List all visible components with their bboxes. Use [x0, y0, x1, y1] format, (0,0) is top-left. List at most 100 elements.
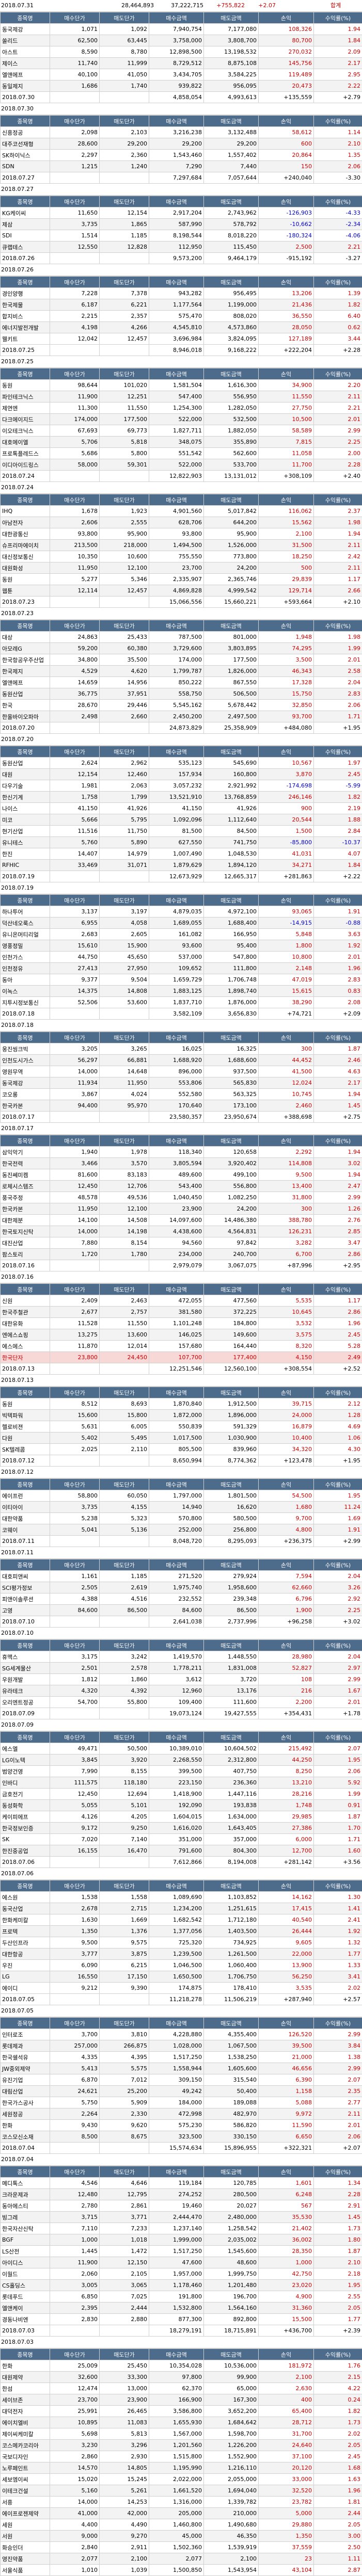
cell-value: 1.82 — [314, 2406, 362, 2417]
cell-value: 7,815 — [259, 437, 314, 448]
cell-value: 111,800 — [204, 963, 259, 974]
table-row: 대한제분14,10014,50814,097,60014,486,380388,… — [1, 1215, 362, 1226]
cell-value: 4,438,600 — [149, 1226, 204, 1237]
header-row: 종목명매수단가매도단가매수금액매도금액손익수익률(%) — [1, 277, 362, 288]
cell-value: 48,600 — [204, 2257, 259, 2268]
cell-value: 1.41 — [314, 1903, 362, 1914]
stock-name: 한국전력 — [1, 1158, 50, 1169]
cell-value: 2,103 — [100, 127, 149, 138]
cell-value: 3,230 — [50, 2440, 100, 2451]
table-row: 대신정보통신10,35010,600755,550773,80018,2502.… — [1, 551, 362, 562]
cell-value: 13,210 — [259, 1777, 314, 1789]
stock-name: 인바디 — [1, 1777, 50, 1789]
table-row: 에스엘49,47150,50010,389,01010,604,502215,4… — [1, 1743, 362, 1754]
column-header: 종목명 — [1, 277, 50, 288]
trade-table: 종목명매수단가매도단가매수금액매도금액손익수익률(%)삼익악기1,9401,97… — [0, 1135, 362, 1271]
column-header: 매도금액 — [204, 1640, 259, 1651]
cell-value: 6,221 — [100, 299, 149, 311]
cell-value: 1,339,782 — [204, 2497, 259, 2508]
cell-value: 5,413 — [50, 2063, 100, 2074]
cell-value: 27,413 — [50, 963, 100, 974]
cell-value: 3,137 — [50, 906, 100, 917]
cell-value: 4,198 — [50, 322, 100, 333]
total-date: 2018.07.09 — [1, 1708, 50, 1719]
cell-value: 1,226,200 — [204, 2440, 259, 2451]
cell-value: 1,678 — [50, 506, 100, 517]
cell-value: 2.99 — [314, 425, 362, 437]
cell-value: 3,175 — [50, 1651, 100, 1663]
cell-value: 19,460 — [149, 2200, 204, 2212]
cell-value: 5,041 — [50, 1524, 100, 1536]
cell-value: 52,827 — [259, 1663, 314, 1674]
cell-value: 6,005 — [100, 1421, 149, 1432]
cell-value: 119,184 — [149, 2178, 204, 2189]
cell-value: 256,800 — [204, 1524, 259, 1536]
stock-name: 한국카본 — [1, 1100, 50, 1112]
cell-value: 1,650,500 — [149, 1971, 204, 1983]
cell-value: 7,990 — [50, 1766, 100, 1777]
cell-value: 300 — [259, 1203, 314, 1215]
trade-table: 종목명매수단가매도단가매수금액매도금액손익수익률(%)IHQ1,6781,923… — [0, 494, 362, 608]
stock-name: 한국카본 — [1, 1203, 50, 1215]
table-row: 한국항공우주산업34,80035,500174,000177,5003,5002… — [1, 654, 362, 666]
total-pnl: +240,040 — [259, 172, 314, 184]
stock-name: 이티아이 — [1, 1502, 50, 1513]
cell-value: 1,604,015 — [149, 1811, 204, 1823]
cell-value: 53,600 — [100, 997, 149, 1008]
total-pct: +2.39 — [314, 2325, 362, 2337]
cell-value: 1.99 — [314, 1789, 362, 1800]
cell-value: 66,881 — [100, 1055, 149, 1066]
stock-name: 코웨이 — [1, 1524, 50, 1536]
stock-name: 한국정보인증 — [1, 1823, 50, 1834]
header-row: 종목명매수단가매도단가매수금액매도금액손익수익률(%) — [1, 1479, 362, 1490]
trade-section: 2018.07.24종목명매수단가매도단가매수금액매도금액손익수익률(%)IHQ… — [0, 482, 362, 608]
table-row: 이오테크닉스67,69369,7731,827,7111,882,05058,5… — [1, 425, 362, 437]
cell-value: 161,082 — [149, 929, 204, 940]
total-blank — [50, 1008, 100, 1020]
stock-name: 에이치엘비 — [1, 2417, 50, 2428]
table-row: 신흥정공2,0982,1033,216,2383,132,48858,6121.… — [1, 127, 362, 138]
cell-value: 2.45 — [314, 2451, 362, 2462]
cell-value: 4,900 — [259, 2291, 314, 2303]
cell-value: 1,258,542 — [204, 2223, 259, 2234]
cell-value: 1,872,000 — [149, 1410, 204, 1421]
total-blank — [100, 253, 149, 264]
cell-value: 29,985 — [259, 1811, 314, 1823]
cell-value: 257,000 — [50, 2040, 100, 2052]
table-row: 영원무역14,00014,648896,000937,50041,5004.63 — [1, 1066, 362, 1077]
cell-value: 29,200 — [149, 138, 204, 150]
table-row: 영진약품2,0772,1002,0772,100231.11 — [1, 2553, 362, 2565]
total-blank — [50, 1708, 100, 1719]
cell-value: 3,005 — [50, 2280, 100, 2291]
cell-value: 14,407 — [50, 848, 100, 860]
cell-value: 1.98 — [314, 517, 362, 528]
total-blank — [100, 722, 149, 734]
header-row: 종목명매수단가매도단가매수금액매도금액손익수익률(%) — [1, 116, 362, 127]
cell-value: 1,199,000 — [204, 299, 259, 311]
section-date: 2018.07.23 — [0, 608, 362, 620]
column-header: 수익률(%) — [314, 196, 362, 207]
header-row: 종목명매수단가매도단가매수금액매도금액손익수익률(%) — [1, 196, 362, 207]
cell-value: 3,803,895 — [204, 643, 259, 654]
stock-name: 한진중공업 — [1, 1845, 50, 1857]
cell-value: 41,031 — [259, 848, 314, 860]
cell-value: 23,020 — [259, 2280, 314, 2291]
cell-value: 2,077 — [50, 2553, 100, 2565]
stock-name: 오리엔트정공 — [1, 1697, 50, 1708]
table-row: 대원제약32,60033,30097,80099,9002,1002.15 — [1, 2372, 362, 2383]
table-row: SK하이닉스2,2972,3601,543,4601,557,40220,864… — [1, 150, 362, 161]
table-row: 다원5,4025,4951,017,5001,030,90010,4001.06 — [1, 1432, 362, 1444]
table-row: 지투시정보통신52,50653,6001,837,7101,876,00038,… — [1, 997, 362, 1008]
column-header: 종목명 — [1, 368, 50, 380]
table-row: 한화9,4309,620575,230586,82011,5902.01 — [1, 2120, 362, 2131]
cell-value: 1,740 — [100, 81, 149, 92]
cell-value: 1,502,360 — [149, 2542, 204, 2553]
cell-value: 7,140 — [100, 1834, 149, 1845]
cell-value: 627,550 — [149, 837, 204, 848]
cell-value: 533,700 — [204, 459, 259, 471]
cell-value: 174,875 — [149, 1983, 204, 1994]
total-buy: 23,580,357 — [149, 1112, 204, 1123]
cell-value: 351,000 — [149, 1834, 204, 1845]
stock-name: 우진 — [1, 1960, 50, 1971]
cell-value: 2,743,962 — [204, 207, 259, 219]
